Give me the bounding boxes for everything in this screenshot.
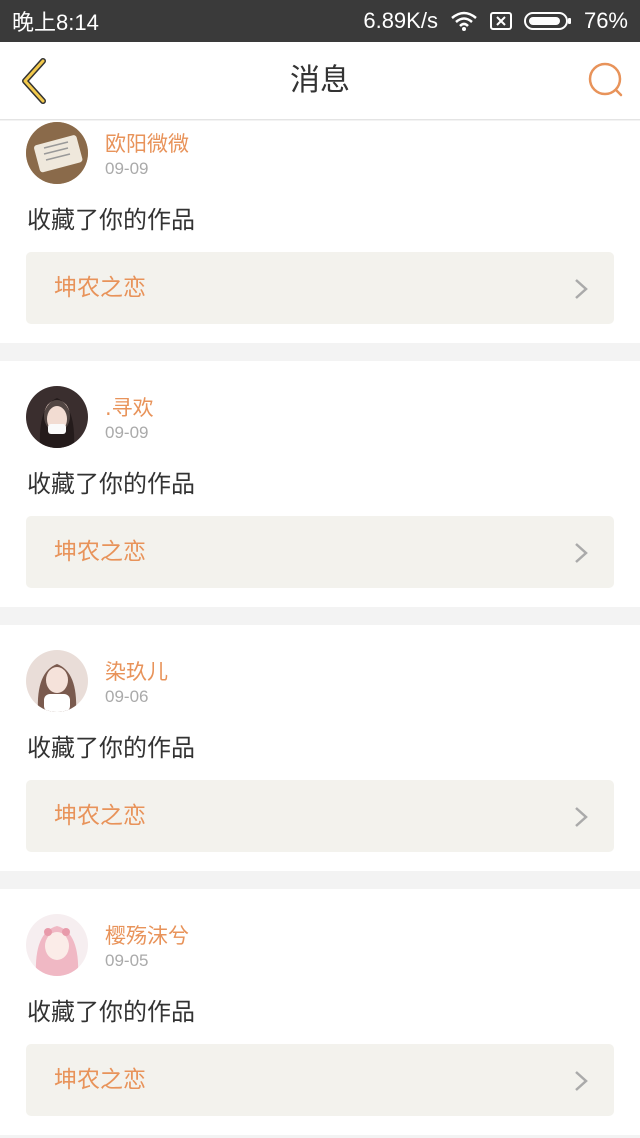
page-title: 消息 bbox=[290, 63, 350, 98]
chevron-right-icon bbox=[575, 1071, 588, 1091]
work-title: 坤农之恋 bbox=[54, 275, 146, 301]
message-action: 收藏了你的作品 bbox=[27, 734, 195, 762]
message-action: 收藏了你的作品 bbox=[27, 206, 195, 234]
work-link[interactable]: 坤农之恋 bbox=[26, 252, 614, 324]
work-title: 坤农之恋 bbox=[54, 803, 146, 829]
sim-icon bbox=[489, 12, 512, 30]
avatar[interactable] bbox=[26, 122, 88, 184]
work-link[interactable]: 坤农之恋 bbox=[26, 1044, 614, 1116]
message-date: 09-06 bbox=[105, 687, 149, 706]
message-card: 欧阳微微 09-09 收藏了你的作品 坤农之恋 bbox=[0, 121, 640, 343]
search-button[interactable] bbox=[586, 60, 626, 100]
status-bar: 晚上8:14 6.89K/s 76% bbox=[0, 0, 640, 42]
user-name[interactable]: 染玖儿 bbox=[105, 656, 168, 686]
status-time: 晚上8:14 bbox=[12, 10, 99, 35]
battery-level: 76% bbox=[583, 8, 628, 33]
work-link[interactable]: 坤农之恋 bbox=[26, 780, 614, 852]
user-name[interactable]: .寻欢 bbox=[105, 392, 154, 422]
message-date: 09-09 bbox=[105, 423, 149, 442]
message-card: 染玖儿 09-06 收藏了你的作品 坤农之恋 bbox=[0, 625, 640, 871]
work-link[interactable]: 坤农之恋 bbox=[26, 516, 614, 588]
work-title: 坤农之恋 bbox=[54, 1067, 146, 1093]
network-speed: 6.89K/s bbox=[363, 8, 438, 33]
chevron-right-icon bbox=[575, 807, 588, 827]
message-list: 欧阳微微 09-09 收藏了你的作品 坤农之恋 .寻欢 09-09 收藏了你的作… bbox=[0, 121, 640, 1138]
wifi-icon bbox=[450, 11, 478, 31]
avatar[interactable] bbox=[26, 650, 88, 712]
message-card: .寻欢 09-09 收藏了你的作品 坤农之恋 bbox=[0, 361, 640, 607]
chevron-right-icon bbox=[575, 543, 588, 563]
work-title: 坤农之恋 bbox=[54, 539, 146, 565]
chevron-right-icon bbox=[575, 279, 588, 299]
message-date: 09-09 bbox=[105, 159, 149, 178]
message-action: 收藏了你的作品 bbox=[27, 470, 195, 498]
battery-icon bbox=[523, 11, 572, 31]
search-icon bbox=[588, 62, 623, 97]
message-card: 樱殇沫兮 09-05 收藏了你的作品 坤农之恋 bbox=[0, 889, 640, 1135]
avatar[interactable] bbox=[26, 914, 88, 976]
avatar[interactable] bbox=[26, 386, 88, 448]
app-header: 消息 bbox=[0, 42, 640, 120]
message-action: 收藏了你的作品 bbox=[27, 998, 195, 1026]
user-name[interactable]: 欧阳微微 bbox=[105, 128, 189, 158]
user-name[interactable]: 樱殇沫兮 bbox=[105, 920, 189, 950]
message-date: 09-05 bbox=[105, 951, 149, 970]
